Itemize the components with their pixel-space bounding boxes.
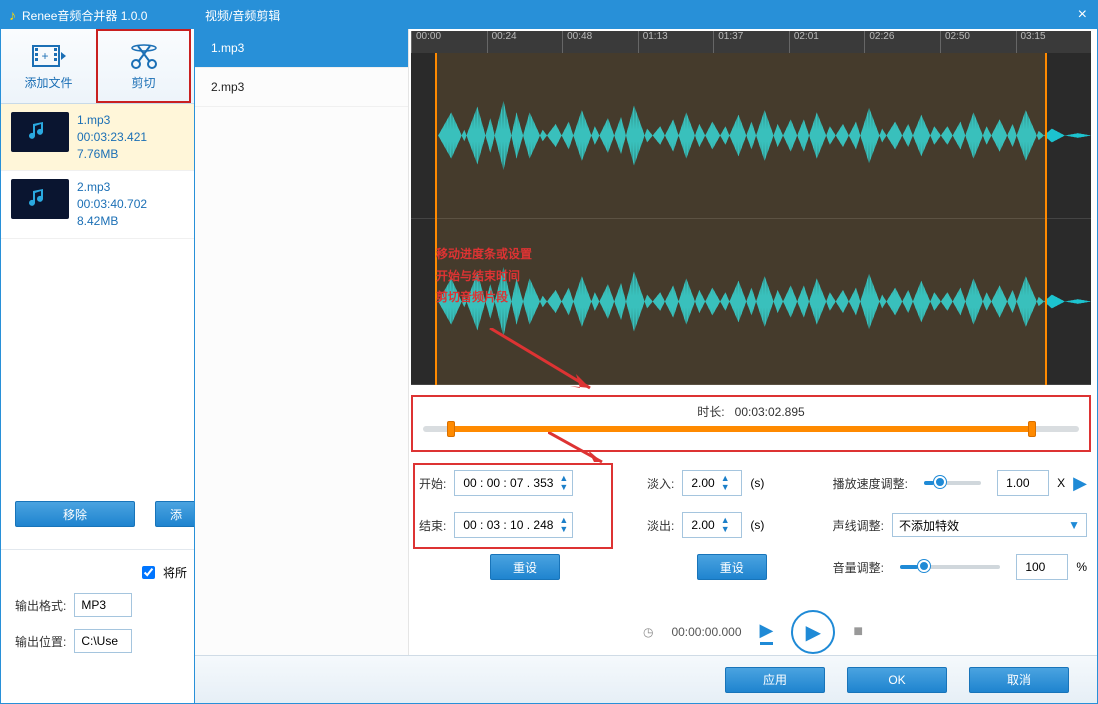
selection-overlay xyxy=(435,53,1046,385)
add-file-label: 添加文件 xyxy=(24,74,72,91)
file-info: 2.mp3 00:03:40.702 8.42MB xyxy=(77,179,147,229)
fadein-label: 淡入: xyxy=(647,475,674,492)
time-ruler: 00:0000:2400:4801:1301:3702:0102:2602:50… xyxy=(411,31,1091,53)
file-size: 8.42MB xyxy=(77,213,147,230)
main-window: ♪ Renee音频合并器 1.0.0 + 添加文件 剪切 1.mp3 00:03… xyxy=(0,0,200,704)
waveform-area[interactable]: 00:0000:2400:4801:1301:3702:0102:2602:50… xyxy=(411,31,1091,385)
volume-label: 音量调整: xyxy=(833,559,884,576)
filmstrip-icon: + xyxy=(31,42,67,70)
seconds-unit: (s) xyxy=(750,518,764,532)
file-duration: 00:03:23.421 xyxy=(77,129,147,146)
speed-label: 播放速度调整: xyxy=(833,475,908,492)
ok-button[interactable]: OK xyxy=(847,667,947,693)
voice-select[interactable]: 不添加特效▼ xyxy=(892,513,1087,537)
x-unit: X xyxy=(1057,476,1065,490)
progress-box: 时长: 00:03:02.895 xyxy=(411,395,1091,452)
dialog-titlebar: 视频/音频剪辑 × xyxy=(195,1,1097,29)
duration-value: 00:03:02.895 xyxy=(735,405,805,419)
progress-end-handle[interactable] xyxy=(1028,421,1036,437)
audio-thumb xyxy=(11,179,69,219)
fadeout-input[interactable]: 2.00▲▼ xyxy=(682,512,742,538)
selection-start-marker[interactable] xyxy=(435,53,437,385)
scissors-icon xyxy=(126,42,162,70)
app-title: Renee音频合并器 1.0.0 xyxy=(22,7,147,24)
output-path-field[interactable]: C:\Use xyxy=(74,629,132,653)
play-time: 00:00:00.000 xyxy=(671,625,741,639)
speed-input[interactable]: 1.00 xyxy=(997,470,1049,496)
annotation-text: 移动进度条或设置 开始与结束时间 剪切音频片段 xyxy=(436,244,532,309)
file-name: 1.mp3 xyxy=(77,112,147,129)
add-button-clipped[interactable]: 添 xyxy=(155,501,197,527)
reset-fade-button[interactable]: 重设 xyxy=(697,554,767,580)
volume-slider[interactable] xyxy=(900,565,1000,569)
speed-slider[interactable] xyxy=(924,481,981,485)
annotation-start-end-box xyxy=(413,463,613,549)
cancel-button[interactable]: 取消 xyxy=(969,667,1069,693)
fadeout-label: 淡出: xyxy=(647,517,674,534)
dialog-footer: 应用 OK 取消 xyxy=(195,655,1097,703)
chevron-down-icon: ▼ xyxy=(1068,518,1080,532)
duration-label: 时长: xyxy=(697,405,724,419)
file-name: 2.mp3 xyxy=(77,179,147,196)
close-icon[interactable]: × xyxy=(1078,6,1087,24)
merge-all-checkbox[interactable] xyxy=(142,566,155,579)
file-item[interactable]: 1.mp3 00:03:23.421 7.76MB xyxy=(1,104,199,171)
app-icon: ♪ xyxy=(9,7,16,23)
stop-icon[interactable]: ■ xyxy=(853,623,863,641)
progress-start-handle[interactable] xyxy=(447,421,455,437)
remove-button[interactable]: 移除 xyxy=(15,501,135,527)
volume-input[interactable]: 100 xyxy=(1016,554,1068,580)
reset-time-button[interactable]: 重设 xyxy=(490,554,560,580)
seek-start-icon[interactable]: ▶ xyxy=(760,620,774,645)
cut-label: 剪切 xyxy=(131,74,155,91)
add-file-button[interactable]: + 添加文件 xyxy=(1,29,96,103)
voice-label: 声线调整: xyxy=(833,517,884,534)
file-duration: 00:03:40.702 xyxy=(77,196,147,213)
clock-icon: ◷ xyxy=(643,625,653,639)
svg-text:+: + xyxy=(41,49,48,63)
file-info: 1.mp3 00:03:23.421 7.76MB xyxy=(77,112,147,162)
seconds-unit: (s) xyxy=(750,476,764,490)
dialog-title: 视频/音频剪辑 xyxy=(205,7,280,24)
main-toolbar: + 添加文件 剪切 xyxy=(1,29,199,104)
output-format-label: 输出格式: xyxy=(15,597,66,614)
trim-dialog: 视频/音频剪辑 × 1.mp3 2.mp3 00:0000:2400:4801:… xyxy=(194,0,1098,704)
main-titlebar: ♪ Renee音频合并器 1.0.0 xyxy=(1,1,199,29)
output-path-label: 输出位置: xyxy=(15,633,66,650)
file-list: 1.mp3 00:03:23.421 7.76MB 2.mp3 00:03:40… xyxy=(1,104,199,239)
cut-button[interactable]: 剪切 xyxy=(96,29,191,103)
audio-thumb xyxy=(11,112,69,152)
pct-unit: % xyxy=(1076,560,1087,574)
apply-button[interactable]: 应用 xyxy=(725,667,825,693)
selection-end-marker[interactable] xyxy=(1045,53,1047,385)
track-list: 1.mp3 2.mp3 xyxy=(195,29,409,655)
output-format-select[interactable]: MP3 xyxy=(74,593,132,617)
file-item[interactable]: 2.mp3 00:03:40.702 8.42MB xyxy=(1,171,199,238)
playback-bar: ◷ 00:00:00.000 ▶ ▶ ■ xyxy=(409,610,1097,654)
progress-track[interactable] xyxy=(423,426,1079,432)
track-item[interactable]: 2.mp3 xyxy=(195,68,408,107)
file-size: 7.76MB xyxy=(77,146,147,163)
track-item[interactable]: 1.mp3 xyxy=(195,29,408,68)
play-button[interactable]: ▶ xyxy=(791,610,835,654)
fadein-input[interactable]: 2.00▲▼ xyxy=(682,470,742,496)
speed-play-icon[interactable]: ▶ xyxy=(1073,473,1087,494)
merge-all-label: 将所 xyxy=(163,564,187,581)
